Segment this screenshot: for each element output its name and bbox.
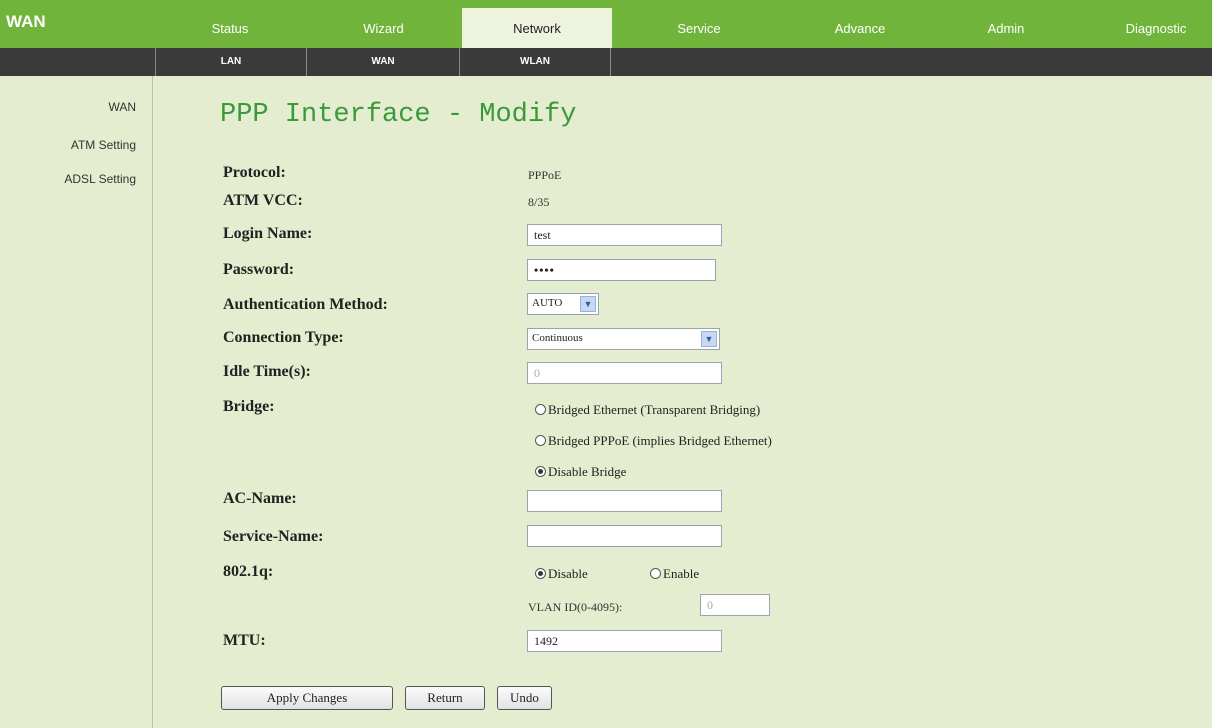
brand-label: WAN xyxy=(6,12,46,31)
sidebar-item-wan[interactable]: WAN xyxy=(108,100,136,114)
ac-name-label: AC-Name: xyxy=(223,490,297,507)
chevron-down-icon: ▼ xyxy=(701,331,717,347)
atm-vcc-value: 8/35 xyxy=(528,195,550,209)
service-name-label: Service-Name: xyxy=(223,528,324,545)
tab-diagnostic[interactable]: Diagnostic xyxy=(1100,8,1212,48)
ac-name-input[interactable] xyxy=(527,490,722,512)
tab-status[interactable]: Status xyxy=(155,8,305,48)
vlan-id-input[interactable]: 0 xyxy=(700,594,770,616)
sidebar: WAN ATM Setting ADSL Setting xyxy=(0,76,153,728)
dot1q-option-label: Disable xyxy=(548,566,588,581)
atm-vcc-label: ATM VCC: xyxy=(223,192,303,209)
undo-button[interactable]: Undo xyxy=(497,686,552,710)
return-button[interactable]: Return xyxy=(405,686,485,710)
connection-type-value: Continuous xyxy=(532,332,583,344)
tab-service[interactable]: Service xyxy=(614,8,784,48)
idle-time-label: Idle Time(s): xyxy=(223,363,311,380)
dot1q-radio-enable[interactable]: Enable xyxy=(650,566,699,582)
tab-wizard[interactable]: Wizard xyxy=(306,8,461,48)
bridge-label: Bridge: xyxy=(223,398,275,415)
protocol-value: PPPoE xyxy=(528,168,562,182)
radio-circle-icon xyxy=(650,568,661,579)
apply-changes-button[interactable]: Apply Changes xyxy=(221,686,393,710)
dot1q-label: 802.1q: xyxy=(223,563,274,580)
tab-network[interactable]: Network xyxy=(462,8,612,48)
radio-selected-icon xyxy=(535,568,546,579)
radio-circle-icon xyxy=(535,404,546,415)
chevron-down-icon: ▼ xyxy=(580,296,596,312)
auth-method-label: Authentication Method: xyxy=(223,296,388,313)
bridge-option-label: Disable Bridge xyxy=(548,464,627,479)
service-name-input[interactable] xyxy=(527,525,722,547)
bridge-option-label: Bridged Ethernet (Transparent Bridging) xyxy=(548,402,761,417)
bridge-option-label: Bridged PPPoE (implies Bridged Ethernet) xyxy=(548,433,772,448)
protocol-label: Protocol: xyxy=(223,164,286,181)
password-input[interactable]: •••• xyxy=(527,259,716,281)
connection-type-select[interactable]: Continuous ▼ xyxy=(527,328,720,350)
radio-selected-icon xyxy=(535,466,546,477)
dot1q-radio-disable[interactable]: Disable xyxy=(535,566,588,582)
dot1q-option-label: Enable xyxy=(663,566,700,581)
bridge-radio-ethernet[interactable]: Bridged Ethernet (Transparent Bridging) xyxy=(535,402,760,418)
idle-time-input[interactable]: 0 xyxy=(527,362,722,384)
vlan-id-label: VLAN ID(0-4095): xyxy=(528,600,623,614)
login-name-input[interactable]: test xyxy=(527,224,722,246)
login-name-label: Login Name: xyxy=(223,225,313,242)
sidebar-item-atm-setting[interactable]: ATM Setting xyxy=(71,138,136,152)
connection-type-label: Connection Type: xyxy=(223,329,344,346)
password-label: Password: xyxy=(223,261,295,278)
tab-admin[interactable]: Admin xyxy=(936,8,1076,48)
bridge-radio-disable[interactable]: Disable Bridge xyxy=(535,464,626,480)
mtu-label: MTU: xyxy=(223,632,266,649)
mtu-input[interactable]: 1492 xyxy=(527,630,722,652)
radio-circle-icon xyxy=(535,435,546,446)
auth-method-value: AUTO xyxy=(532,297,563,309)
sidebar-item-adsl-setting[interactable]: ADSL Setting xyxy=(64,172,136,186)
bridge-radio-pppoe[interactable]: Bridged PPPoE (implies Bridged Ethernet) xyxy=(535,433,772,449)
subtab-wlan[interactable]: WLAN xyxy=(459,48,611,76)
page-title: PPP Interface - Modify xyxy=(220,100,577,130)
subtab-lan[interactable]: LAN xyxy=(155,48,306,76)
subtab-wan[interactable]: WAN xyxy=(306,48,459,76)
auth-method-select[interactable]: AUTO ▼ xyxy=(527,293,599,315)
tab-advance[interactable]: Advance xyxy=(785,8,935,48)
